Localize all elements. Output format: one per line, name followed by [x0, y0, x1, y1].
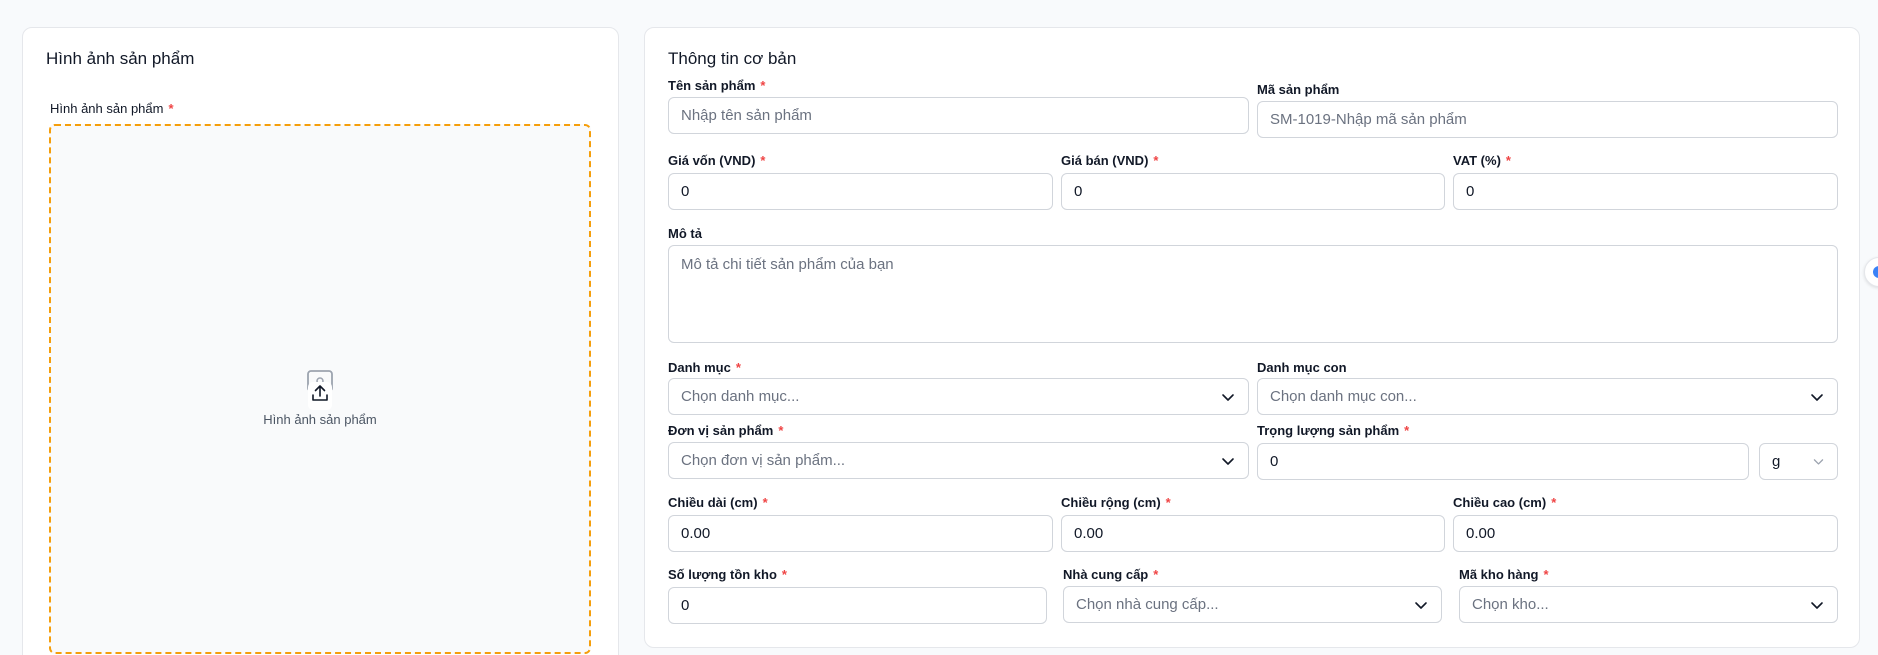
required-mark: * [735, 360, 741, 375]
product-name-input[interactable] [668, 97, 1249, 134]
supplier-label: Nhà cung cấp * [1063, 567, 1159, 582]
height-input[interactable] [1453, 515, 1838, 552]
cost-price-input[interactable] [668, 173, 1053, 210]
weight-input[interactable] [1257, 443, 1749, 480]
required-mark: * [760, 153, 766, 168]
supplier-select-value: Chọn nhà cung cấp... [1076, 596, 1219, 613]
weight-unit-select[interactable]: g [1759, 443, 1838, 480]
weight-label: Trọng lượng sản phẩm * [1257, 423, 1410, 438]
description-label: Mô tả [668, 226, 702, 241]
warehouse-select[interactable]: Chọn kho... [1459, 586, 1838, 623]
required-mark: * [1153, 567, 1159, 582]
category-label: Danh mục * [668, 360, 741, 375]
required-mark: * [781, 567, 787, 582]
subcategory-select[interactable]: Chọn danh mục con... [1257, 378, 1838, 415]
unit-select-value: Chọn đơn vị sản phẩm... [681, 452, 846, 469]
height-label: Chiều cao (cm) * [1453, 495, 1557, 510]
chevron-down-icon [1222, 457, 1234, 465]
sku-input[interactable] [1257, 101, 1838, 138]
length-label: Chiều dài (cm) * [668, 495, 768, 510]
side-panel-toggle[interactable] [1864, 257, 1878, 287]
subcategory-select-value: Chọn danh mục con... [1270, 388, 1417, 405]
sale-price-label: Giá bán (VND) * [1061, 153, 1159, 168]
sale-price-input[interactable] [1061, 173, 1445, 210]
weight-unit-value: g [1772, 453, 1781, 470]
required-mark: * [1543, 567, 1549, 582]
stock-input[interactable] [668, 587, 1047, 624]
card-title: Hình ảnh sản phẩm [46, 49, 195, 68]
required-mark: * [1551, 495, 1557, 510]
supplier-select[interactable]: Chọn nhà cung cấp... [1063, 586, 1442, 623]
dropzone-text: Hình ảnh sản phẩm [263, 412, 377, 427]
required-mark: * [168, 101, 174, 116]
category-select-value: Chọn danh mục... [681, 388, 800, 405]
required-mark: * [778, 423, 784, 438]
product-name-label: Tên sản phẩm * [668, 78, 766, 93]
subcategory-label: Danh mục con [1257, 360, 1347, 375]
required-mark: * [760, 78, 766, 93]
description-textarea[interactable] [668, 245, 1838, 343]
warehouse-label: Mã kho hàng * [1459, 567, 1549, 582]
width-input[interactable] [1061, 515, 1445, 552]
chevron-down-icon [1811, 601, 1823, 609]
required-mark: * [762, 495, 768, 510]
unit-label: Đơn vị sản phẩm * [668, 423, 784, 438]
image-dropzone[interactable]: Hình ảnh sản phẩm [49, 124, 591, 654]
unit-select[interactable]: Chọn đơn vị sản phẩm... [668, 442, 1249, 479]
cost-price-label: Giá vốn (VND) * [668, 153, 766, 168]
sku-label: Mã sản phẩm [1257, 82, 1340, 97]
required-mark: * [1404, 423, 1410, 438]
chevron-down-icon [1415, 601, 1427, 609]
card-title: Thông tin cơ bản [668, 49, 797, 68]
stock-label: Số lượng tồn kho * [668, 567, 787, 582]
chevron-down-icon [1222, 393, 1234, 401]
vat-input[interactable] [1453, 173, 1838, 210]
warehouse-select-value: Chọn kho... [1472, 596, 1549, 613]
length-input[interactable] [668, 515, 1053, 552]
image-upload-icon [307, 370, 333, 410]
required-mark: * [1165, 495, 1171, 510]
product-images-label: Hình ảnh sản phẩm * [50, 101, 174, 116]
vat-label: VAT (%) * [1453, 153, 1511, 168]
required-mark: * [1153, 153, 1159, 168]
category-select[interactable]: Chọn danh mục... [668, 378, 1249, 415]
assistant-icon [1873, 266, 1878, 278]
width-label: Chiều rộng (cm) * [1061, 495, 1171, 510]
chevron-down-icon [1811, 393, 1823, 401]
chevron-down-icon [1813, 459, 1824, 465]
required-mark: * [1505, 153, 1511, 168]
